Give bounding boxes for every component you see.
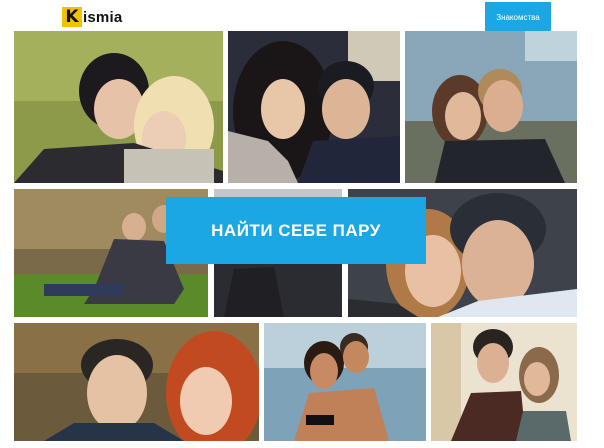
logo-initial: K [62, 7, 82, 27]
logo-text: ismia [83, 8, 123, 26]
kismia-logo[interactable]: K ismia [62, 7, 122, 27]
header: K ismia Знакомства [0, 0, 604, 32]
couple-photo-2 [228, 31, 400, 183]
couple-photo-1 [14, 31, 223, 183]
find-partner-button[interactable]: НАЙТИ СЕБЕ ПАРУ [166, 197, 426, 264]
couple-photo-3 [405, 31, 577, 183]
couple-photo-7 [14, 323, 259, 441]
dating-nav-button[interactable]: Знакомства [485, 2, 551, 32]
couple-photo-8 [264, 323, 426, 441]
couple-photo-9 [431, 323, 577, 441]
